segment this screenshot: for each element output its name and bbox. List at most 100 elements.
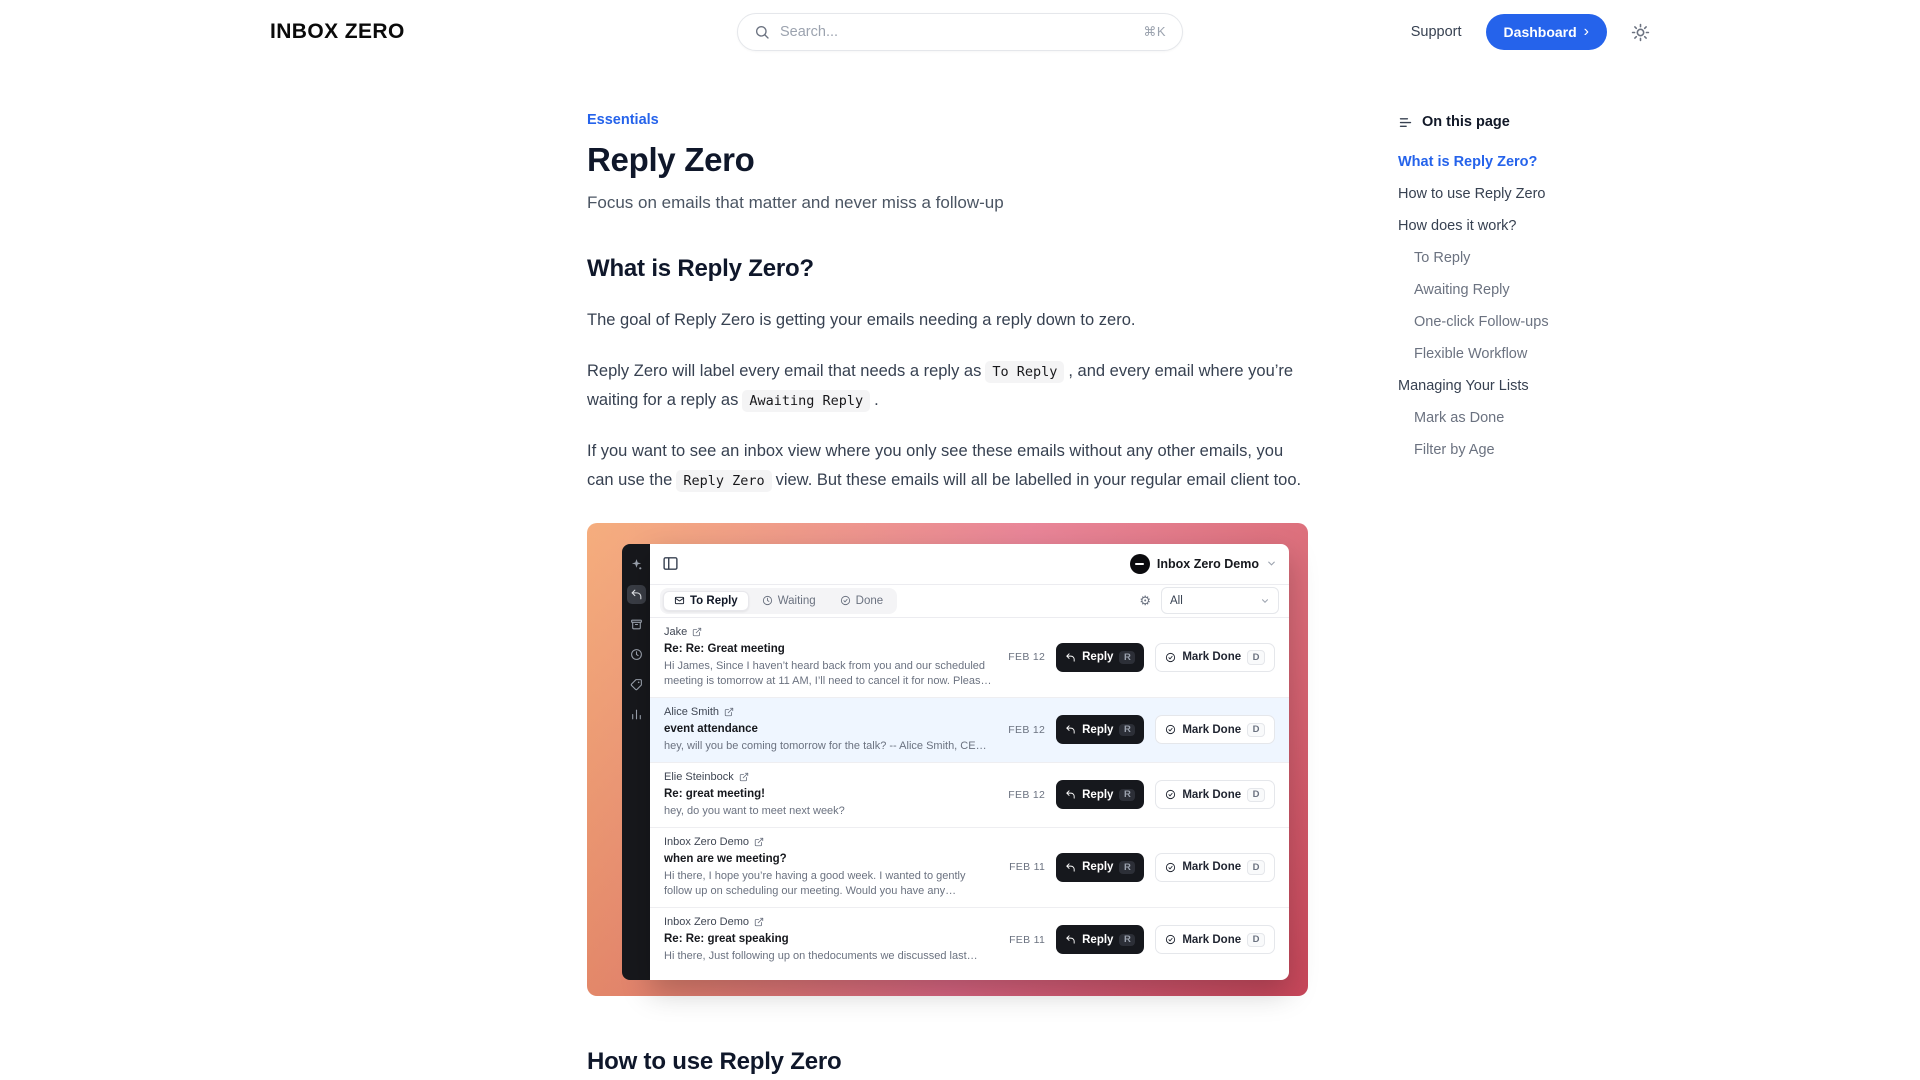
section-heading-what-is-reply-zero: What is Reply Zero? — [587, 255, 1308, 283]
toc-link-what-is-reply-zero[interactable]: What is Reply Zero? — [1398, 146, 1608, 178]
external-link-icon — [724, 707, 734, 717]
toc-header: On this page — [1398, 114, 1608, 130]
tab-label: Done — [856, 595, 884, 607]
demo-app-header: Inbox Zero Demo — [650, 544, 1289, 584]
reply-zero-screenshot: Inbox Zero Demo To Reply Waiting — [587, 523, 1308, 996]
email-subject: Re: Re: Great meeting — [664, 642, 994, 657]
reply-button: ReplyR — [1056, 925, 1144, 954]
mark-done-shortcut-badge: D — [1247, 723, 1265, 738]
page: { "header": { "logo": "INBOX ZERO", "sea… — [0, 0, 1920, 1080]
main-layout: Essentials Reply Zero Focus on emails th… — [0, 64, 1920, 1076]
reply-arrow-icon — [1065, 934, 1076, 945]
mark-done-label: Mark Done — [1182, 724, 1241, 736]
mark-done-shortcut-badge: D — [1247, 860, 1265, 875]
tab-done: Done — [829, 591, 895, 611]
email-subject: when are we meeting? — [664, 852, 995, 867]
dashboard-button[interactable]: Dashboard › — [1486, 14, 1607, 50]
reply-shortcut-badge: R — [1119, 724, 1135, 737]
email-snippet: hey, do you want to meet next week? — [664, 804, 994, 819]
reply-button: ReplyR — [1056, 780, 1144, 809]
sparkles-icon — [627, 555, 646, 574]
doc-article: Essentials Reply Zero Focus on emails th… — [587, 112, 1308, 1076]
page-title: Reply Zero — [587, 141, 1308, 179]
toc-link-managing-your-lists[interactable]: Managing Your Lists — [1398, 370, 1608, 402]
inbox-zero-logo[interactable]: INBOX ZERO — [270, 20, 405, 44]
theme-toggle-button[interactable] — [1631, 23, 1650, 42]
email-snippet: Hi there, I hope you’re having a good we… — [664, 869, 995, 899]
toc-link-flexible-workflow[interactable]: Flexible Workflow — [1398, 338, 1608, 370]
breadcrumb-category: Essentials — [587, 112, 1308, 128]
support-link[interactable]: Support — [1411, 24, 1462, 40]
search-input[interactable] — [780, 24, 1133, 40]
inline-code-to-reply: To Reply — [985, 361, 1064, 383]
toc-link-to-reply[interactable]: To Reply — [1398, 242, 1608, 274]
chevron-down-icon — [1260, 596, 1270, 606]
tab-to-reply: To Reply — [663, 591, 749, 611]
toc-link-mark-as-done[interactable]: Mark as Done — [1398, 402, 1608, 434]
mark-done-label: Mark Done — [1182, 651, 1241, 663]
reply-zero-icon — [627, 585, 646, 604]
sun-icon — [1631, 23, 1650, 42]
check-circle-icon — [1165, 862, 1176, 873]
account-switcher: Inbox Zero Demo — [1130, 554, 1277, 574]
search-bar: ⌘K — [737, 13, 1183, 51]
reply-shortcut-badge: R — [1119, 861, 1135, 874]
email-date: FEB 11 — [1009, 861, 1045, 873]
chevron-down-icon — [1266, 558, 1277, 569]
account-avatar — [1130, 554, 1150, 574]
email-sender: Inbox Zero Demo — [664, 836, 749, 849]
gear-icon: ⚙ — [1139, 594, 1151, 607]
mark-done-label: Mark Done — [1182, 934, 1241, 946]
search-shortcut-hint: ⌘K — [1143, 24, 1166, 40]
inline-code-awaiting-reply: Awaiting Reply — [742, 390, 870, 412]
account-name: Inbox Zero Demo — [1157, 557, 1259, 571]
toc-link-how-does-it-work[interactable]: How does it work? — [1398, 210, 1608, 242]
email-sender: Alice Smith — [664, 706, 719, 719]
check-circle-icon — [1165, 652, 1176, 663]
envelope-icon — [674, 595, 685, 606]
paragraph-1: The goal of Reply Zero is getting your e… — [587, 306, 1308, 334]
mark-done-button: Mark Done D — [1155, 780, 1275, 809]
header-actions: Support Dashboard › — [1411, 14, 1650, 50]
toc-link-filter-by-age[interactable]: Filter by Age — [1398, 434, 1608, 466]
mark-done-button: Mark Done D — [1155, 853, 1275, 882]
check-circle-icon — [1165, 789, 1176, 800]
check-circle-icon — [840, 595, 851, 606]
on-this-page-toc: On this page What is Reply Zero? How to … — [1398, 112, 1608, 466]
paragraph-3: If you want to see an inbox view where y… — [587, 437, 1308, 494]
toc-list: What is Reply Zero? How to use Reply Zer… — [1398, 146, 1608, 466]
clock-icon — [627, 645, 646, 664]
mark-done-button: Mark Done D — [1155, 925, 1275, 954]
paragraph-2-text: Reply Zero will label every email that n… — [587, 362, 981, 380]
reply-arrow-icon — [1065, 789, 1076, 800]
demo-app-sidebar — [622, 544, 650, 980]
reply-shortcut-badge: R — [1119, 789, 1135, 802]
inline-code-reply-zero: Reply Zero — [676, 470, 771, 492]
mark-done-label: Mark Done — [1182, 861, 1241, 873]
tab-waiting: Waiting — [751, 591, 827, 611]
toc-link-one-click-follow-ups[interactable]: One-click Follow-ups — [1398, 306, 1608, 338]
mark-done-label: Mark Done — [1182, 789, 1241, 801]
demo-tabs: To Reply Waiting Done — [660, 588, 897, 614]
page-subtitle: Focus on emails that matter and never mi… — [587, 193, 1308, 213]
mark-done-shortcut-badge: D — [1247, 788, 1265, 803]
top-navigation: INBOX ZERO ⌘K Support Dashboard › — [0, 0, 1920, 64]
reply-shortcut-badge: R — [1119, 934, 1135, 947]
email-date: FEB 11 — [1009, 934, 1045, 946]
reply-shortcut-badge: R — [1119, 651, 1135, 664]
stats-icon — [627, 705, 646, 724]
clock-icon — [762, 595, 773, 606]
email-row-highlighted: Alice Smith event attendance hey, will y… — [650, 698, 1289, 763]
email-row: Elie Steinbock Re: great meeting! hey, d… — [650, 763, 1289, 828]
reply-label: Reply — [1082, 861, 1113, 873]
check-circle-icon — [1165, 724, 1176, 735]
external-link-icon — [692, 627, 702, 637]
toc-link-how-to-use[interactable]: How to use Reply Zero — [1398, 178, 1608, 210]
toc-link-awaiting-reply[interactable]: Awaiting Reply — [1398, 274, 1608, 306]
section-heading-how-to-use: How to use Reply Zero — [587, 1048, 1308, 1076]
mark-done-shortcut-badge: D — [1247, 933, 1265, 948]
search-icon — [754, 24, 770, 40]
email-list: Jake Re: Re: Great meeting Hi James, Sin… — [650, 618, 1289, 980]
demo-toolbar: To Reply Waiting Done ⚙ — [650, 584, 1289, 618]
demo-app-window: Inbox Zero Demo To Reply Waiting — [650, 544, 1289, 980]
